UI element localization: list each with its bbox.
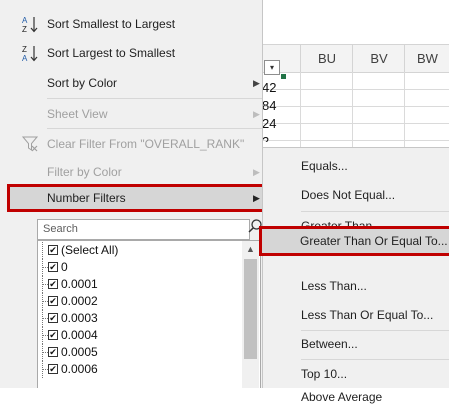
filter-value-list: ✔ (Select All) ✔ 0 ✔ 0.0001 ✔ 0.0002 ✔ 0… [37,240,261,388]
submenu-item-equals[interactable]: Equals... [263,152,449,181]
checkbox[interactable]: ✔ [48,313,58,323]
selection-fill-handle[interactable] [281,74,286,79]
list-item-label: 0.0002 [61,294,98,308]
submenu-arrow-icon: ▶ [253,193,260,203]
submenu-item-less-than-or-equal[interactable]: Less Than Or Equal To... [263,301,449,330]
menu-item-label: Sort Largest to Smallest [47,46,176,60]
submenu-item-above-average[interactable]: Above Average [263,385,449,404]
list-item-label: 0.0006 [61,362,98,376]
menu-separator [47,128,262,129]
menu-item-clear-filter: Clear Filter From "OVERALL_RANK" [0,130,262,158]
menu-item-label: Filter by Color [47,165,122,179]
submenu-item-between[interactable]: Between... [263,330,449,359]
list-item-label: 0.0004 [61,328,98,342]
list-item-label: 0.0003 [61,311,98,325]
menu-item-filter-by-color: Filter by Color ▶ [0,158,262,186]
list-item-label: 0 [61,260,68,274]
cell-value[interactable]: 24 [262,116,284,131]
submenu-item-label: Greater Than Or Equal To... [300,234,448,248]
menu-item-sort-by-color[interactable]: Sort by Color ▶ [0,69,262,97]
menu-item-number-filters[interactable]: Number Filters ▶ [0,184,262,212]
filter-dropdown-button[interactable]: ▾ [264,60,280,75]
checkbox[interactable]: ✔ [48,364,58,374]
checkbox[interactable]: ✔ [48,262,58,272]
checkbox[interactable]: ✔ [48,296,58,306]
checkbox-select-all[interactable]: ✔ [48,245,58,255]
cell-value[interactable]: 42 [262,80,284,95]
checkbox[interactable]: ✔ [48,347,58,357]
sort-descending-icon: Z A [22,45,38,62]
sort-icon-letter: Z [22,45,27,54]
menu-item-sheet-view: Sheet View ▶ [0,100,262,128]
checkbox[interactable]: ✔ [48,279,58,289]
menu-item-sort-descending[interactable]: Z A Sort Largest to Smallest [0,39,262,67]
menu-separator [47,98,262,99]
number-filters-submenu: Equals... Does Not Equal... Greater Than… [262,147,449,404]
clear-filter-icon [22,136,38,152]
menu-item-label: Sheet View [47,107,108,121]
column-header-bw[interactable]: BW [404,45,449,72]
list-item-label: 0.0005 [61,345,98,359]
submenu-item-label: Above Average [301,390,383,404]
menu-item-label: Clear Filter From "OVERALL_RANK" [47,137,245,151]
submenu-item-label: Equals... [301,159,348,173]
submenu-item-does-not-equal[interactable]: Does Not Equal... [263,181,449,210]
cell-value[interactable]: 84 [262,98,284,113]
sort-icon-letter: Z [22,25,27,33]
submenu-arrow-icon: ▶ [253,109,260,119]
submenu-item-label: Less Than... [301,279,367,293]
submenu-item-label: Does Not Equal... [301,188,396,202]
list-scrollbar[interactable]: ▲ [242,241,259,388]
scroll-up-arrow-icon[interactable]: ▲ [245,244,256,254]
sort-ascending-icon: A Z [22,16,38,33]
autofilter-menu: A Z Sort Smallest to Largest Z A Sort La… [0,0,269,388]
menu-item-label: Sort by Color [47,76,118,90]
sort-icon-letter: A [22,54,28,62]
menu-item-sort-ascending[interactable]: A Z Sort Smallest to Largest [0,10,262,38]
column-header-bar: BU BV BW [262,44,449,73]
menu-item-label: Number Filters [47,191,126,205]
column-header-bu[interactable]: BU [300,45,353,72]
checkbox[interactable]: ✔ [48,330,58,340]
submenu-item-label: Between... [301,337,358,351]
column-header-bv[interactable]: BV [352,45,405,72]
list-item-label: 0.0001 [61,277,98,291]
submenu-item-greater-than-or-equal[interactable]: Greater Than Or Equal To... [262,227,449,255]
submenu-arrow-icon: ▶ [253,78,260,88]
menu-item-label: Sort Smallest to Largest [47,17,176,31]
list-item-label: (Select All) [61,243,119,257]
submenu-arrow-icon: ▶ [253,167,260,177]
sort-icon-letter: A [22,16,28,25]
cell-value[interactable]: 2 [262,134,284,142]
submenu-item-label: Less Than Or Equal To... [301,308,434,322]
search-input[interactable]: Search [37,219,250,240]
scrollbar-thumb[interactable] [244,259,257,359]
submenu-item-less-than[interactable]: Less Than... [263,272,449,301]
